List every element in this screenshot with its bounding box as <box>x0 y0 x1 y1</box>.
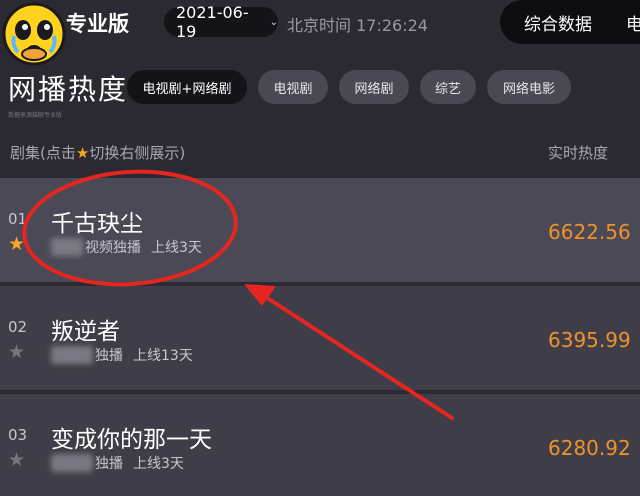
list-header-prefix: 剧集(点击 <box>10 144 76 162</box>
tab-overview[interactable]: 综合数据 <box>524 10 592 35</box>
list-header-suffix: 切换右侧展示) <box>89 144 186 162</box>
list-item[interactable]: 02 ★ 叛逆者 独播 上线13天 6395.99 <box>0 286 640 390</box>
list-header: 剧集(点击★切换右侧展示) 实时热度 <box>0 128 640 176</box>
heat-value: 6280.92 <box>548 436 631 460</box>
show-platform-tag: 独播 <box>95 348 123 364</box>
heat-value: 6395.99 <box>548 328 631 352</box>
date-value: 2021-06-19 <box>176 3 249 41</box>
top-bar: 专业版 2021-06-19 ⌄ 北京时间 17:26:24 综合数据 电 <box>0 0 640 66</box>
list-item[interactable]: 03 ★ 变成你的那一天 独播 上线3天 6280.92 <box>0 394 640 496</box>
blurred-platform <box>51 454 93 472</box>
star-icon[interactable]: ★ <box>8 233 25 255</box>
page-title: 网播热度 <box>8 73 129 106</box>
star-icon[interactable]: ★ <box>8 341 25 363</box>
star-icon[interactable]: ★ <box>8 449 25 471</box>
show-subtitle: 视频独播 上线3天 <box>51 237 202 257</box>
list-header-left: 剧集(点击★切换右侧展示) <box>10 142 185 163</box>
show-platform-tag: 视频独播 <box>85 240 141 256</box>
chip-variety[interactable]: 综艺 <box>420 70 476 104</box>
list-header-right: 实时热度 <box>548 144 609 162</box>
show-title: 叛逆者 <box>51 319 120 345</box>
rank-number: 03 <box>8 426 28 444</box>
blurred-platform <box>51 238 83 256</box>
tab-next[interactable]: 电 <box>626 10 640 35</box>
show-title: 千古玦尘 <box>51 211 143 237</box>
heat-value: 6622.56 <box>548 220 631 244</box>
rank-number: 02 <box>8 318 28 336</box>
chip-web[interactable]: 网络剧 <box>339 70 409 104</box>
show-online-days: 上线13天 <box>133 348 193 364</box>
date-selector[interactable]: 2021-06-19 ⌄ <box>164 3 278 41</box>
chip-tv[interactable]: 电视剧 <box>258 70 328 104</box>
crying-emoji-icon <box>2 2 66 66</box>
show-subtitle: 独播 上线3天 <box>51 453 184 473</box>
show-online-days: 上线3天 <box>133 456 184 472</box>
list-item[interactable]: 01 ★ 千古玦尘 视频独播 上线3天 6622.56 <box>0 178 640 282</box>
rank-number: 01 <box>8 210 28 228</box>
show-title: 变成你的那一天 <box>51 427 212 453</box>
show-online-days: 上线3天 <box>151 240 202 256</box>
show-platform-tag: 独播 <box>95 456 123 472</box>
blurred-platform <box>51 346 93 364</box>
chevron-down-icon: ⌄ <box>269 16 278 28</box>
top-tab-bar: 综合数据 电 <box>500 0 640 44</box>
source-note: 数据来源猫眼专业版 <box>8 112 63 119</box>
beijing-clock: 北京时间 17:26:24 <box>287 16 428 35</box>
chip-tv-and-web[interactable]: 电视剧+网络剧 <box>127 70 247 104</box>
star-icon: ★ <box>75 144 90 162</box>
brand-title: 专业版 <box>66 12 129 36</box>
chip-web-movie[interactable]: 网络电影 <box>487 70 571 104</box>
show-subtitle: 独播 上线13天 <box>51 345 193 365</box>
